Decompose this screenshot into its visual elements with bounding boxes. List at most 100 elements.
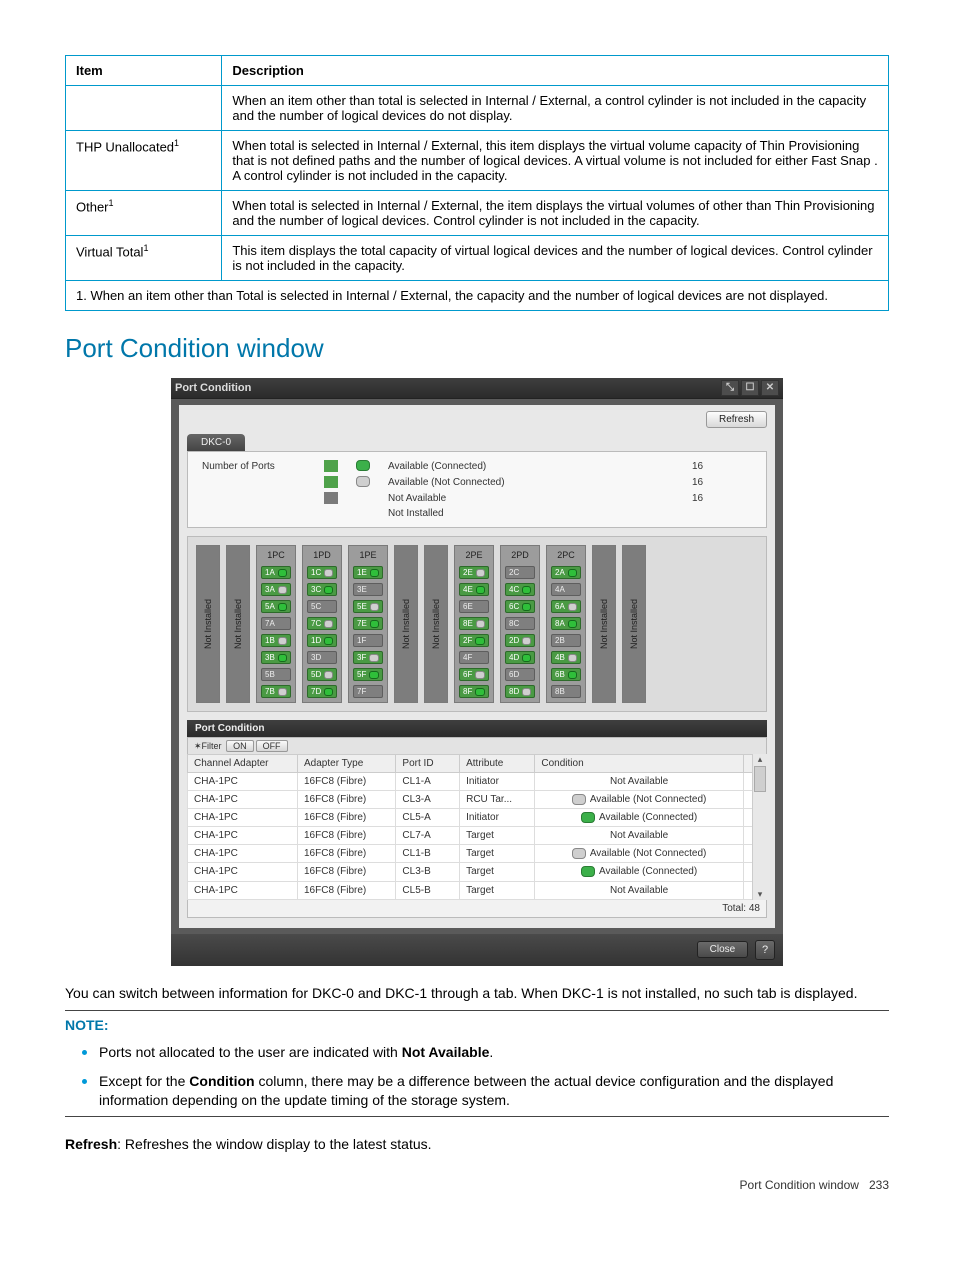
grid-col[interactable]: Condition <box>535 755 743 773</box>
port-cell[interactable]: 6E <box>459 600 489 613</box>
port-condition-grid: Channel AdapterAdapter TypePort IDAttrib… <box>187 754 767 900</box>
port-cell[interactable]: 5A <box>261 600 291 613</box>
port-cell[interactable]: 8F <box>459 685 489 698</box>
slot-column-header: 1PC <box>267 550 285 560</box>
summary-swatch <box>324 476 338 488</box>
port-cell[interactable]: 7B <box>261 685 291 698</box>
grid-cell: CHA-1PC <box>188 881 298 899</box>
port-cell[interactable]: 3A <box>261 583 291 596</box>
grid-col[interactable]: Port ID <box>396 755 460 773</box>
port-cell[interactable]: 4C <box>505 583 535 596</box>
port-cell[interactable]: 1E <box>353 566 383 579</box>
def-item: THP Unallocated1 <box>66 131 222 191</box>
scroll-up-icon[interactable]: ▴ <box>753 754 767 765</box>
grid-cell: CHA-1PC <box>188 773 298 791</box>
port-led-icon <box>278 569 287 577</box>
port-cell[interactable]: 1D <box>307 634 337 647</box>
refresh-button[interactable]: Refresh <box>706 411 767 428</box>
port-led-icon <box>568 620 577 628</box>
table-row[interactable]: CHA-1PC16FC8 (Fibre)CL7-ATargetNot Avail… <box>188 827 767 845</box>
port-cell[interactable]: 2D <box>505 634 535 647</box>
port-cell[interactable]: 2B <box>551 634 581 647</box>
dock-icon[interactable]: ⤡ <box>721 380 739 396</box>
port-cell[interactable]: 2C <box>505 566 535 579</box>
slot-column-header: 2PC <box>557 550 575 560</box>
port-cell[interactable]: 5B <box>261 668 291 681</box>
help-icon[interactable]: ? <box>755 940 775 960</box>
filter-on-button[interactable]: ON <box>226 740 254 752</box>
filter-toggle-icon[interactable]: ✶ <box>194 741 202 751</box>
grid-cell: 16FC8 (Fibre) <box>298 845 396 863</box>
grid-col[interactable]: Adapter Type <box>298 755 396 773</box>
close-button[interactable]: Close <box>697 941 749 958</box>
port-cell[interactable]: 8D <box>505 685 535 698</box>
table-row[interactable]: CHA-1PC16FC8 (Fibre)CL3-BTargetAvailable… <box>188 863 767 881</box>
port-cell[interactable]: 7D <box>307 685 337 698</box>
summary-text: Available (Not Connected) <box>382 474 686 490</box>
port-cell[interactable]: 7E <box>353 617 383 630</box>
grid-col[interactable]: Attribute <box>460 755 535 773</box>
port-cell[interactable]: 8B <box>551 685 581 698</box>
port-cell[interactable]: 7A <box>261 617 291 630</box>
port-cell[interactable]: 8E <box>459 617 489 630</box>
port-cell[interactable]: 6B <box>551 668 581 681</box>
port-led-icon <box>370 603 379 611</box>
def-item: Other1 <box>66 191 222 236</box>
table-row[interactable]: CHA-1PC16FC8 (Fibre)CL1-AInitiatorNot Av… <box>188 773 767 791</box>
port-cell[interactable]: 7F <box>353 685 383 698</box>
port-cell[interactable]: 2A <box>551 566 581 579</box>
port-cell[interactable]: 1C <box>307 566 337 579</box>
port-cell[interactable]: 4D <box>505 651 535 664</box>
port-cell[interactable]: 3F <box>353 651 383 664</box>
port-cell[interactable]: 2E <box>459 566 489 579</box>
port-led-icon <box>522 586 531 594</box>
port-cell[interactable]: 3E <box>353 583 383 596</box>
def-desc: This item displays the total capacity of… <box>222 236 889 281</box>
def-th-desc: Description <box>222 56 889 86</box>
close-icon[interactable]: ✕ <box>761 380 779 396</box>
port-cell[interactable]: 7C <box>307 617 337 630</box>
port-cell[interactable]: 4E <box>459 583 489 596</box>
port-cell[interactable]: 6C <box>505 600 535 613</box>
slot-column: 1PD1C3C5C7C1D3D5D7D <box>302 545 342 703</box>
port-cell[interactable]: 5C <box>307 600 337 613</box>
tab-dkc0[interactable]: DKC-0 <box>187 434 245 451</box>
grid-cell: Initiator <box>460 809 535 827</box>
maximize-icon[interactable]: ☐ <box>741 380 759 396</box>
port-cell[interactable]: 5E <box>353 600 383 613</box>
port-cell[interactable]: 6D <box>505 668 535 681</box>
grid-col[interactable]: Channel Adapter <box>188 755 298 773</box>
table-row[interactable]: CHA-1PC16FC8 (Fibre)CL3-ARCU Tar...Avail… <box>188 791 767 809</box>
port-cell[interactable]: 4B <box>551 651 581 664</box>
scrollbar[interactable]: ▴ ▾ <box>752 754 767 900</box>
port-cell[interactable]: 3D <box>307 651 337 664</box>
scroll-down-icon[interactable]: ▾ <box>753 889 767 900</box>
narrative-p1: You can switch between information for D… <box>65 984 889 1003</box>
port-cell[interactable]: 3C <box>307 583 337 596</box>
port-cell[interactable]: 4F <box>459 651 489 664</box>
port-cell[interactable]: 3B <box>261 651 291 664</box>
slot-column-header: 2PE <box>465 550 482 560</box>
table-row[interactable]: CHA-1PC16FC8 (Fibre)CL1-BTargetAvailable… <box>188 845 767 863</box>
def-desc: When total is selected in Internal / Ext… <box>222 131 889 191</box>
port-cell[interactable]: 5F <box>353 668 383 681</box>
scroll-thumb[interactable] <box>754 766 766 792</box>
port-cell[interactable]: 1B <box>261 634 291 647</box>
grid-wrap: Channel AdapterAdapter TypePort IDAttrib… <box>187 754 767 900</box>
port-cell[interactable]: 8C <box>505 617 535 630</box>
port-cell[interactable]: 6A <box>551 600 581 613</box>
table-row[interactable]: CHA-1PC16FC8 (Fibre)CL5-AInitiatorAvaila… <box>188 809 767 827</box>
port-cell[interactable]: 1A <box>261 566 291 579</box>
filter-off-button[interactable]: OFF <box>256 740 288 752</box>
port-cell[interactable]: 5D <box>307 668 337 681</box>
grid-cell: 16FC8 (Fibre) <box>298 827 396 845</box>
summary-count: 16 <box>686 490 758 506</box>
port-cell[interactable]: 6F <box>459 668 489 681</box>
table-row[interactable]: CHA-1PC16FC8 (Fibre)CL5-BTargetNot Avail… <box>188 881 767 899</box>
note-label: NOTE: <box>65 1017 889 1033</box>
port-cell[interactable]: 8A <box>551 617 581 630</box>
summary-count: 16 <box>686 458 758 474</box>
port-cell[interactable]: 1F <box>353 634 383 647</box>
port-cell[interactable]: 4A <box>551 583 581 596</box>
port-cell[interactable]: 2F <box>459 634 489 647</box>
